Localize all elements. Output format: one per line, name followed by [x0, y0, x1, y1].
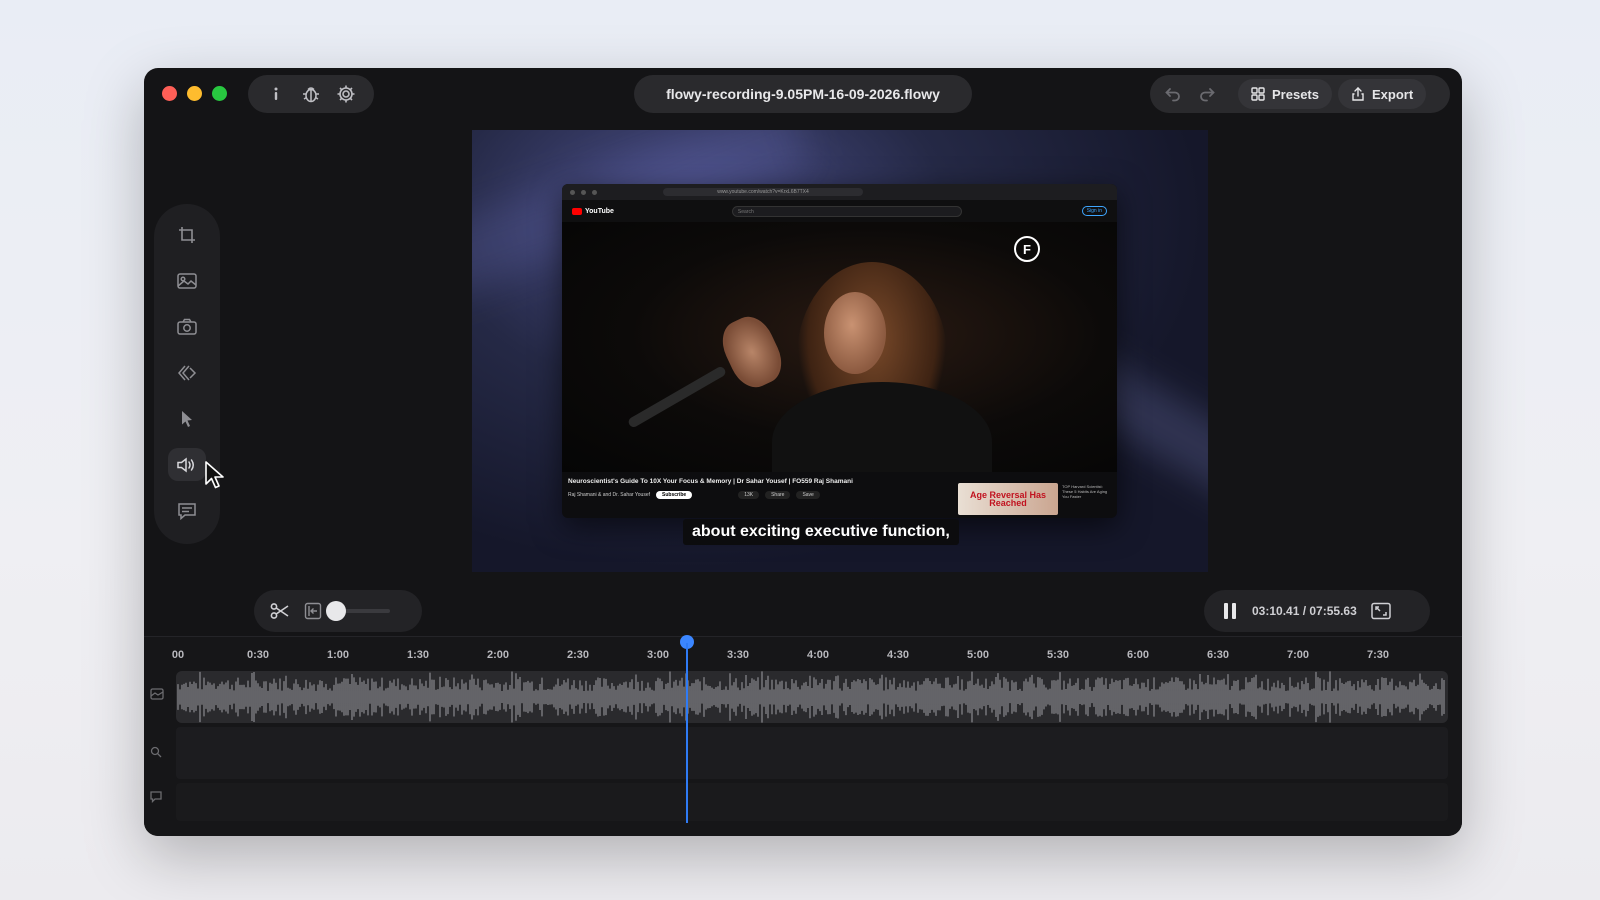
- video-frame: F: [562, 222, 1117, 472]
- browser-url: www.youtube.com/watch?v=KrxL6B7TX4: [663, 188, 863, 196]
- scissors-icon[interactable]: [270, 602, 290, 620]
- presets-button[interactable]: Presets: [1238, 79, 1332, 109]
- playhead-line: [685, 643, 688, 823]
- timeline-tick: 2:30: [566, 649, 590, 661]
- timeline-tick: 00: [171, 649, 185, 661]
- zoom-slider-knob[interactable]: [326, 601, 346, 621]
- info-icon[interactable]: [264, 82, 288, 106]
- waveform-path: [177, 671, 1445, 723]
- likes-chip: 13K: [738, 491, 760, 499]
- video-meta: Neuroscientist's Guide To 10X Your Focus…: [568, 478, 958, 499]
- caption-icon[interactable]: [168, 494, 206, 527]
- subscribe-chip: Subscribe: [656, 491, 693, 499]
- video-title: Neuroscientist's Guide To 10X Your Focus…: [568, 478, 853, 485]
- channel-logo: F: [1014, 236, 1040, 262]
- grid-icon: [1251, 87, 1265, 101]
- camera-icon[interactable]: [168, 310, 206, 343]
- timeline-tick: 5:30: [1046, 649, 1070, 661]
- channel-name: Raj Shamani & and Dr. Sahar Yousef: [568, 492, 650, 498]
- app-window: flowy-recording-9.05PM-16-09-2026.flowy …: [144, 68, 1462, 836]
- export-label: Export: [1371, 86, 1414, 102]
- redo-button[interactable]: [1190, 79, 1224, 109]
- close-window-button[interactable]: [162, 86, 177, 101]
- zoom-effect-icon[interactable]: [168, 356, 206, 389]
- timeline-tick: 6:30: [1206, 649, 1230, 661]
- recorded-browser-window: www.youtube.com/watch?v=KrxL6B7TX4 YouTu…: [562, 184, 1117, 518]
- share-chip: Share: [765, 491, 791, 499]
- youtube-logo: YouTube: [572, 207, 614, 215]
- side-toolbar: [154, 204, 220, 544]
- timeline-tick: 5:00: [966, 649, 990, 661]
- mouse-pointer-icon: [205, 461, 224, 489]
- timeline-ruler[interactable]: 00 0:30 1:00 1:30 2:00 2:30 3:00 3:30 4:00 4:30 5:…: [172, 643, 1448, 667]
- trim-icon[interactable]: [304, 602, 322, 620]
- timeline-tick: 7:30: [1366, 649, 1390, 661]
- caption-track[interactable]: [176, 783, 1448, 821]
- zoom-track-icon: [150, 745, 162, 763]
- toolbar-left: [248, 75, 374, 113]
- timeline-tick: 1:30: [406, 649, 430, 661]
- browser-toolbar: www.youtube.com/watch?v=KrxL6B7TX4: [562, 184, 1117, 200]
- crop-icon[interactable]: [168, 218, 206, 251]
- toolbar-right: Presets Export: [1150, 75, 1450, 113]
- timeline-tick: 7:00: [1286, 649, 1310, 661]
- speaker-face: [824, 292, 886, 374]
- bug-icon[interactable]: [299, 82, 323, 106]
- pause-icon[interactable]: [1222, 602, 1238, 620]
- timeline-tick: 0:30: [246, 649, 270, 661]
- image-icon[interactable]: [168, 264, 206, 297]
- youtube-sign-in: Sign in: [1081, 206, 1107, 216]
- timeline-tick: 6:00: [1126, 649, 1150, 661]
- speaker-hand: [714, 309, 790, 395]
- zoom-slider[interactable]: [326, 601, 390, 621]
- zoom-track[interactable]: [176, 727, 1448, 779]
- timeline-tick: 4:00: [806, 649, 830, 661]
- document-title: flowy-recording-9.05PM-16-09-2026.flowy: [634, 75, 972, 113]
- minimize-window-button[interactable]: [187, 86, 202, 101]
- timeline-tick: 1:00: [326, 649, 350, 661]
- timeline-tick: 3:30: [726, 649, 750, 661]
- timeline[interactable]: 00 0:30 1:00 1:30 2:00 2:30 3:00 3:30 4:00 4:30 5:…: [144, 635, 1462, 836]
- ad-side-text: TOP Harvard Scientist: These 5 Habits Ar…: [1062, 484, 1108, 499]
- caption-track-icon: [150, 790, 162, 808]
- youtube-search: Search: [731, 205, 962, 217]
- video-track-icon: [150, 687, 164, 705]
- ad-thumbnail: Age Reversal Has Reached: [958, 483, 1058, 515]
- presets-label: Presets: [1272, 86, 1319, 102]
- audio-waveform: [177, 671, 1445, 723]
- playback-time: 03:10.41 / 07:55.63: [1252, 604, 1357, 618]
- export-button[interactable]: Export: [1337, 79, 1427, 109]
- fullscreen-icon[interactable]: [1371, 602, 1391, 620]
- gear-icon[interactable]: [334, 82, 358, 106]
- audio-waveform-track[interactable]: [176, 671, 1448, 723]
- share-icon: [1352, 87, 1364, 101]
- timeline-tick: 4:30: [886, 649, 910, 661]
- video-preview[interactable]: www.youtube.com/watch?v=KrxL6B7TX4 YouTu…: [472, 130, 1208, 572]
- microphone: [626, 365, 728, 429]
- save-chip: Save: [796, 491, 820, 499]
- cursor-icon[interactable]: [168, 402, 206, 435]
- maximize-window-button[interactable]: [212, 86, 227, 101]
- edit-controls: [254, 590, 422, 632]
- undo-button[interactable]: [1156, 79, 1190, 109]
- timeline-tick: 2:00: [486, 649, 510, 661]
- audio-icon[interactable]: [168, 448, 206, 481]
- subtitle-caption[interactable]: about exciting executive function,: [683, 519, 959, 545]
- timeline-tick: 3:00: [646, 649, 670, 661]
- youtube-header: YouTube Search Sign in: [562, 200, 1117, 222]
- playback-controls: 03:10.41 / 07:55.63: [1204, 590, 1430, 632]
